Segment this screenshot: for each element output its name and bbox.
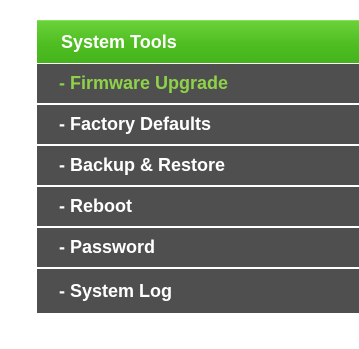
menu-item-label: - Backup & Restore [59, 155, 226, 175]
menu-item-reboot[interactable]: - Reboot [37, 187, 359, 228]
menu-item-password[interactable]: - Password [37, 228, 359, 269]
menu-header-label: System Tools [61, 31, 177, 52]
menu-item-label: - Factory Defaults [59, 114, 212, 134]
menu-item-label: - Password [59, 237, 156, 257]
system-tools-menu: System Tools - Firmware Upgrade - Factor… [37, 20, 359, 313]
menu-item-label: - Reboot [59, 196, 132, 216]
menu-header-system-tools[interactable]: System Tools [37, 20, 359, 64]
menu-item-factory-defaults[interactable]: - Factory Defaults [37, 105, 359, 146]
menu-item-system-log[interactable]: - System Log [37, 269, 359, 313]
menu-item-backup-restore[interactable]: - Backup & Restore [37, 146, 359, 187]
menu-item-firmware-upgrade[interactable]: - Firmware Upgrade [37, 64, 359, 105]
menu-item-label: - System Log [59, 280, 173, 301]
menu-item-label: - Firmware Upgrade [59, 73, 229, 93]
